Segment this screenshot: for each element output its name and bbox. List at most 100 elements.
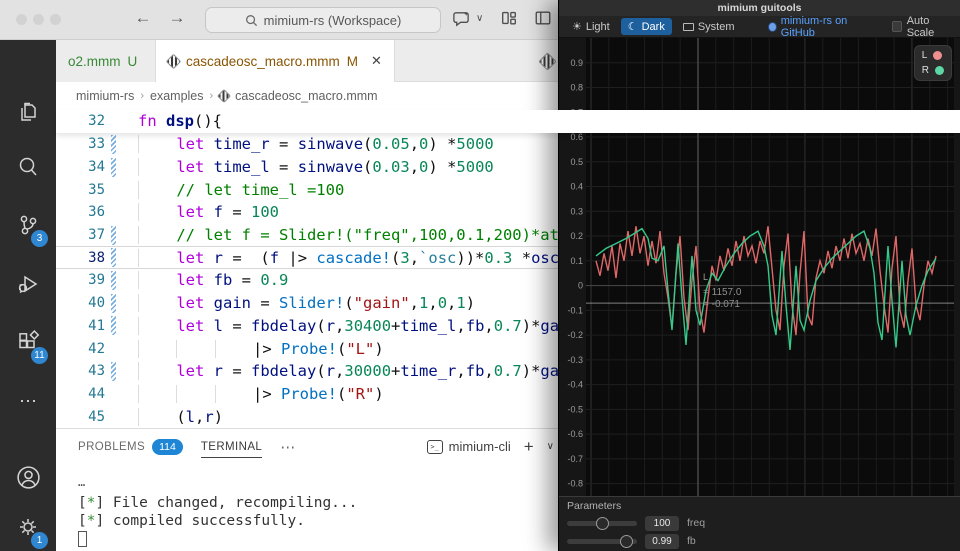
run-debug-icon — [15, 271, 41, 297]
gutter-modified-mark — [111, 180, 116, 199]
toggle-panel-icon[interactable] — [534, 9, 552, 32]
mmm-action-icon[interactable] — [538, 52, 556, 70]
github-link[interactable]: mimium-rs on GitHub — [768, 15, 874, 39]
breadcrumb-folder[interactable]: mimium-rs — [76, 89, 134, 103]
tab-o2-mmm[interactable]: o2.mmm U — [56, 40, 156, 82]
gutter-modified-mark — [111, 271, 116, 290]
tab-git-status: U — [128, 54, 138, 69]
extensions-badge: 11 — [31, 347, 48, 364]
slider-knob[interactable] — [620, 535, 633, 548]
plot-area: LR 0.90.80.70.60.50.40.30.20.10-0.1-0.2-… — [559, 38, 960, 496]
settings-gear-icon[interactable]: 1 — [0, 503, 56, 551]
gutter-modified-mark — [111, 407, 116, 426]
theme-dark-button[interactable]: ☾ Dark — [621, 18, 672, 35]
param-value[interactable]: 0.99 — [645, 534, 679, 549]
terminal-line: [*] compiled successfully. — [78, 512, 357, 530]
sidebar-item-search[interactable] — [0, 143, 56, 191]
legend-dot — [933, 51, 942, 60]
code-text: (l,r) — [138, 408, 223, 426]
slider-freq[interactable] — [567, 516, 637, 530]
gutter-modified-mark — [111, 316, 116, 335]
copilot-icon[interactable] — [452, 9, 471, 33]
minimize-window-icon[interactable] — [33, 14, 44, 25]
svg-text:-0.2: -0.2 — [567, 330, 583, 340]
back-button[interactable]: ← — [131, 8, 155, 28]
code-text: let gain = Slider!("gain",1,0,1) — [138, 294, 475, 312]
close-tab-icon[interactable]: ✕ — [371, 53, 382, 69]
chart-legend: LR — [914, 45, 952, 81]
legend-item-R[interactable]: R — [922, 65, 944, 76]
zoom-window-icon[interactable] — [590, 5, 597, 12]
waveform-chart[interactable]: 0.90.80.70.60.50.40.30.20.10-0.1-0.2-0.3… — [559, 38, 960, 496]
sticky-scroll-line[interactable]: 32 fn dsp(){ — [56, 110, 960, 133]
line-number: 33 — [56, 136, 105, 152]
code-text: |> Probe!("L") — [138, 340, 384, 358]
files-icon — [15, 99, 41, 125]
forward-button[interactable]: → — [165, 8, 189, 28]
terminal-icon: >_ — [427, 440, 443, 454]
code-line-32[interactable]: 32 fn dsp(){ — [56, 110, 960, 133]
code-text: // let time_l =100 — [138, 181, 344, 199]
guitools-title: mimium guitools — [718, 2, 802, 14]
customize-layout-icon[interactable] — [500, 9, 518, 32]
terminal-instance[interactable]: >_ mimium-cli — [427, 439, 511, 454]
command-center-search[interactable]: mimium-rs (Workspace) — [205, 7, 441, 33]
chevron-down-icon[interactable]: ∨ — [476, 13, 483, 24]
svg-text:0.6: 0.6 — [570, 132, 583, 142]
line-number: 42 — [56, 341, 105, 357]
terminal-dropdown-icon[interactable]: ∨ — [547, 441, 554, 452]
code-text: fn dsp(){ — [138, 112, 222, 130]
tab-problems[interactable]: PROBLEMS 114 — [78, 439, 183, 455]
tab-terminal[interactable]: TERMINAL — [201, 441, 262, 458]
search-icon — [245, 14, 258, 27]
terminal-line: [*] File changed, recompiling... — [78, 494, 357, 512]
guitools-window: mimium guitools ☀ Light ☾ Dark System mi… — [558, 0, 960, 551]
tab-cascadeosc-macro[interactable]: cascadeosc_macro.mmm M ✕ — [156, 40, 395, 82]
breadcrumb-separator: › — [140, 90, 144, 102]
svg-text:0.5: 0.5 — [570, 157, 583, 167]
sidebar-item-explorer[interactable] — [0, 88, 56, 136]
line-number: 32 — [56, 113, 105, 129]
account-icon[interactable] — [0, 453, 56, 501]
slider-knob[interactable] — [596, 517, 609, 530]
param-value[interactable]: 100 — [645, 516, 679, 531]
problems-badge: 114 — [152, 439, 183, 455]
screen: ← → mimium-rs (Workspace) ∨ 3 — [0, 0, 960, 551]
gutter-modified-mark — [111, 248, 116, 267]
theme-light-button[interactable]: ☀ Light — [565, 18, 617, 35]
auto-scale-checkbox[interactable]: Auto Scale — [892, 15, 954, 39]
svg-text:0.1: 0.1 — [570, 256, 583, 266]
line-number: 36 — [56, 204, 105, 220]
code-text: let time_l = sinwave(0.03,0) *5000 — [138, 158, 494, 176]
panel-more-icon[interactable]: ⋯ — [280, 438, 295, 456]
breadcrumb-file[interactable]: cascadeosc_macro.mmm — [235, 89, 377, 103]
new-terminal-icon[interactable]: + — [524, 437, 534, 457]
line-number: 34 — [56, 159, 105, 175]
checkbox-icon — [892, 21, 902, 32]
svg-text:-0.4: -0.4 — [567, 380, 583, 390]
sidebar-item-source-control[interactable]: 3 — [0, 201, 56, 249]
line-number: 35 — [56, 182, 105, 198]
svg-text:0.9: 0.9 — [570, 58, 583, 68]
legend-item-L[interactable]: L — [922, 50, 944, 61]
svg-text:0: 0 — [578, 281, 583, 291]
breadcrumb-folder[interactable]: examples — [150, 89, 204, 103]
line-number: 43 — [56, 363, 105, 379]
line-number: 40 — [56, 295, 105, 311]
gutter-modified-mark — [111, 112, 116, 131]
problems-label: PROBLEMS — [78, 441, 145, 453]
terminal-output[interactable]: … [*] File changed, recompiling...[*] co… — [78, 473, 357, 547]
close-window-icon[interactable] — [566, 5, 573, 12]
gutter-modified-mark — [111, 362, 116, 381]
sidebar-item-run-debug[interactable] — [0, 260, 56, 308]
close-window-icon[interactable] — [16, 14, 27, 25]
gutter-modified-mark — [111, 384, 116, 403]
line-number: 38 — [56, 250, 105, 266]
minimize-window-icon[interactable] — [578, 5, 585, 12]
sidebar-item-extensions[interactable]: 11 — [0, 318, 56, 366]
slider-fb[interactable] — [567, 534, 637, 548]
more-actions-icon[interactable]: ⋯ — [0, 377, 56, 425]
theme-system-button[interactable]: System — [676, 19, 742, 35]
zoom-window-icon[interactable] — [50, 14, 61, 25]
sun-icon: ☀ — [572, 20, 582, 33]
